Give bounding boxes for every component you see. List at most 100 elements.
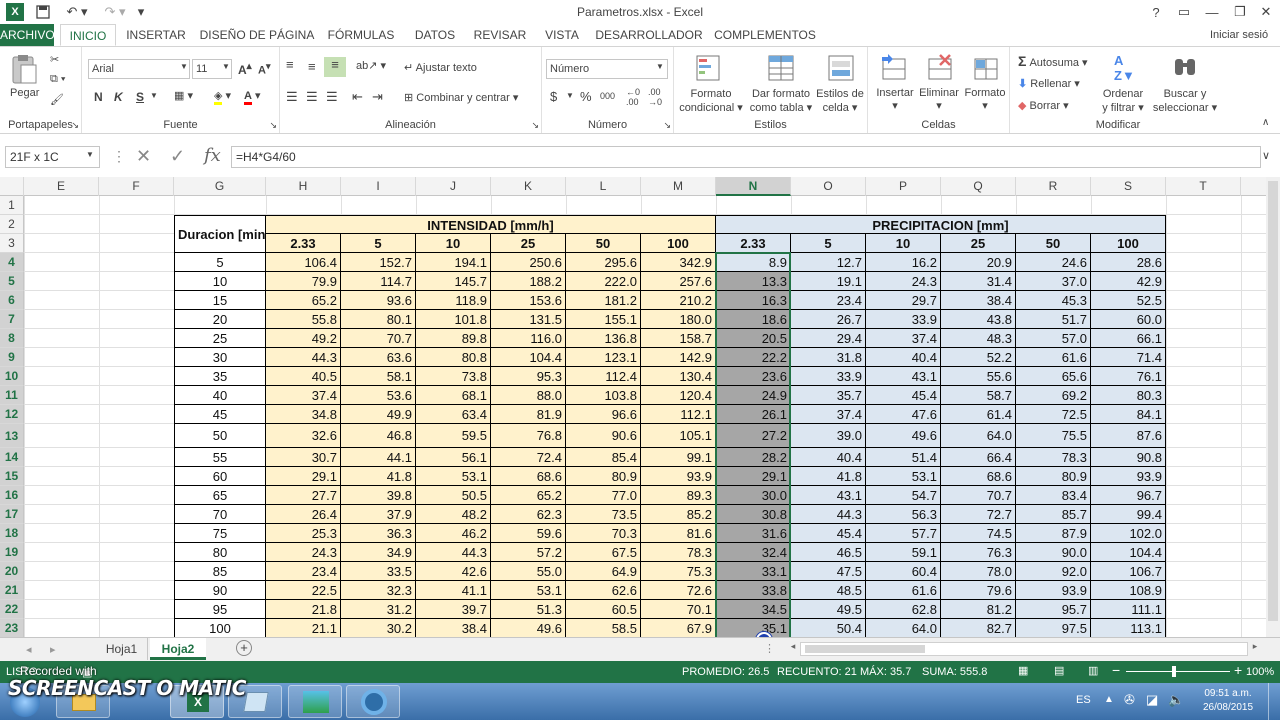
- alignment-launcher-icon[interactable]: ↘: [531, 120, 539, 131]
- fill-color-icon[interactable]: ◈ ▾: [214, 89, 231, 105]
- confirm-entry-icon[interactable]: ✓: [170, 146, 185, 167]
- prev-sheet-icon[interactable]: ◂: [26, 643, 32, 656]
- zoom-level[interactable]: 100%: [1246, 666, 1274, 678]
- number-launcher-icon[interactable]: ↘: [663, 120, 671, 131]
- row-header[interactable]: 13: [0, 424, 24, 448]
- spreadsheet-grid[interactable]: EFGHIJKLMNOPQRST 1 2 3 4 5 6 7 8 9 10 11 12 13 14 15 16…: [0, 177, 1266, 637]
- align-bottom-icon[interactable]: ≡: [324, 57, 346, 77]
- formula-input[interactable]: =H4*G4/60: [231, 146, 1261, 168]
- copy-icon[interactable]: ⧉ ▾: [50, 73, 66, 86]
- tab-datos[interactable]: DATOS: [406, 24, 464, 46]
- column-header-o[interactable]: O: [791, 177, 866, 196]
- row-header[interactable]: 8: [0, 329, 24, 348]
- language-indicator[interactable]: ES: [1076, 694, 1091, 706]
- row-header[interactable]: 9: [0, 348, 24, 367]
- italic-button[interactable]: K: [114, 90, 123, 104]
- vertical-scroll-thumb[interactable]: [1268, 181, 1278, 621]
- insert-cells-button[interactable]: Insertar ▾: [870, 87, 920, 112]
- number-format-select[interactable]: Número: [546, 59, 668, 79]
- font-launcher-icon[interactable]: ↘: [269, 120, 277, 131]
- column-header-k[interactable]: K: [491, 177, 566, 196]
- row-header[interactable]: 11: [0, 386, 24, 405]
- expand-formula-icon[interactable]: ∨: [1262, 149, 1270, 162]
- tab-vista[interactable]: VISTA: [538, 24, 586, 46]
- tab-desarrollador[interactable]: DESARROLLADOR: [594, 24, 704, 46]
- tab-inicio[interactable]: INICIO: [60, 24, 116, 46]
- minimize-icon[interactable]: —: [1204, 3, 1220, 21]
- delete-cells-button[interactable]: Eliminar ▾: [916, 87, 962, 112]
- row-header[interactable]: 1: [0, 196, 24, 215]
- paste-button[interactable]: [8, 53, 40, 87]
- cut-icon[interactable]: ✂: [50, 53, 59, 66]
- sheet-tab-hoja1[interactable]: Hoja1: [96, 638, 148, 660]
- row-header[interactable]: 10: [0, 367, 24, 386]
- column-header-l[interactable]: L: [566, 177, 641, 196]
- horizontal-scroll-thumb[interactable]: [805, 645, 925, 653]
- zoom-slider[interactable]: [1126, 671, 1230, 672]
- decrease-decimal-icon[interactable]: .00 →0: [648, 87, 662, 107]
- tab-archivo[interactable]: ARCHIVO: [0, 24, 55, 46]
- normal-view-icon[interactable]: ▦: [1018, 664, 1028, 677]
- zoom-slider-thumb[interactable]: [1172, 666, 1176, 677]
- cell-styles-button[interactable]: Estilos de celda ▾: [814, 87, 866, 115]
- align-right-icon[interactable]: ☰: [326, 89, 338, 105]
- tray-show-hidden-icon[interactable]: ▲: [1104, 694, 1114, 705]
- format-cells-button[interactable]: Formato ▾: [962, 87, 1008, 112]
- orientation-icon[interactable]: ab↗ ▾: [356, 59, 386, 72]
- row-header[interactable]: 18: [0, 524, 24, 543]
- sort-filter-button[interactable]: Ordenar y filtrar ▾: [1096, 87, 1150, 115]
- row-header[interactable]: 7: [0, 310, 24, 329]
- row-header[interactable]: 17: [0, 505, 24, 524]
- horizontal-scrollbar[interactable]: [800, 642, 1248, 656]
- page-layout-view-icon[interactable]: ▤: [1054, 664, 1064, 677]
- column-header-s[interactable]: S: [1091, 177, 1166, 196]
- row-header[interactable]: 4: [0, 253, 24, 272]
- name-box-chevron-icon[interactable]: ▼: [86, 150, 94, 159]
- row-header[interactable]: 6: [0, 291, 24, 310]
- help-icon[interactable]: ?: [1148, 3, 1164, 21]
- zoom-out-icon[interactable]: −: [1112, 662, 1120, 678]
- tray-app-icon[interactable]: ◪: [1146, 692, 1158, 708]
- shrink-font-icon[interactable]: A▾: [258, 61, 271, 77]
- format-painter-icon[interactable]: 🖌: [50, 93, 64, 106]
- column-header-p[interactable]: P: [866, 177, 941, 196]
- insert-function-icon[interactable]: fx: [204, 145, 221, 166]
- decrease-indent-icon[interactable]: ⇤: [352, 89, 363, 105]
- align-center-icon[interactable]: ☰: [306, 89, 318, 105]
- formula-options-icon[interactable]: ⋮: [112, 148, 126, 165]
- column-header-f[interactable]: F: [99, 177, 174, 196]
- column-header-e[interactable]: E: [24, 177, 99, 196]
- clipboard-launcher-icon[interactable]: ↘: [71, 120, 79, 131]
- column-header-r[interactable]: R: [1016, 177, 1091, 196]
- row-header[interactable]: 16: [0, 486, 24, 505]
- borders-icon[interactable]: ▦ ▾: [174, 89, 193, 102]
- column-header-n[interactable]: N: [716, 177, 791, 196]
- row-header[interactable]: 15: [0, 467, 24, 486]
- page-break-view-icon[interactable]: ▥: [1088, 664, 1098, 677]
- column-header-h[interactable]: H: [266, 177, 341, 196]
- align-middle-icon[interactable]: ≡: [308, 59, 316, 74]
- underline-chevron-icon[interactable]: ▼: [150, 91, 158, 100]
- column-header-j[interactable]: J: [416, 177, 491, 196]
- clock[interactable]: 09:51 a.m. 26/08/2015: [1196, 687, 1260, 715]
- next-sheet-icon[interactable]: ▸: [50, 643, 56, 656]
- row-header[interactable]: 19: [0, 543, 24, 562]
- ribbon-options-icon[interactable]: ▭: [1176, 3, 1192, 21]
- increase-indent-icon[interactable]: ⇥: [372, 89, 383, 105]
- collapse-ribbon-icon[interactable]: ∧: [1262, 117, 1269, 128]
- row-header[interactable]: 23: [0, 619, 24, 637]
- merge-center-button[interactable]: ⊞ Combinar y centrar ▾: [404, 91, 518, 104]
- wrap-text-button[interactable]: ↵ Ajustar texto: [404, 61, 477, 74]
- percent-button[interactable]: %: [580, 89, 592, 104]
- column-header-t[interactable]: T: [1166, 177, 1241, 196]
- taskbar-app-4[interactable]: [288, 685, 342, 718]
- tab-diseno-pagina[interactable]: DISEÑO DE PÁGINA: [198, 24, 316, 46]
- conditional-format-button[interactable]: Formato condicional ▾: [676, 87, 746, 115]
- hscroll-left-icon[interactable]: ◂: [786, 641, 800, 657]
- bold-button[interactable]: N: [94, 90, 103, 104]
- font-name-select[interactable]: Arial: [88, 59, 190, 79]
- grow-font-icon[interactable]: A▴: [238, 61, 252, 77]
- clear-button[interactable]: ◆ Borrar ▾: [1018, 99, 1069, 112]
- row-header[interactable]: 14: [0, 448, 24, 467]
- format-as-table-button[interactable]: Dar formato como tabla ▾: [748, 87, 814, 115]
